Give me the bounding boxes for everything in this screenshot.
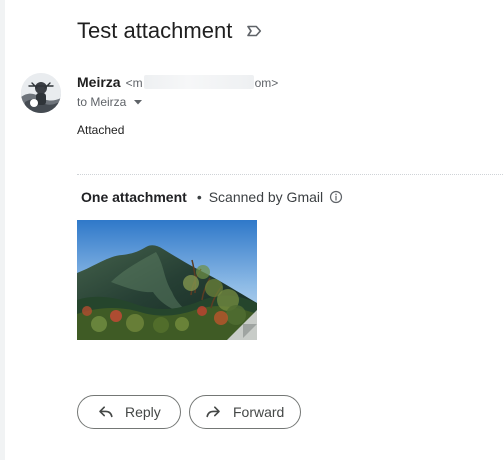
label-outline-icon[interactable] [245,22,263,40]
info-circle-icon[interactable] [329,190,343,204]
email-view: Test attachment Meirza <m om> to Meirza A… [0,0,503,460]
sender-name[interactable]: Meirza [77,74,121,90]
email-body: Attached [77,123,125,137]
subject-row: Test attachment [77,17,263,45]
redacted-email [143,75,254,89]
sender-email-start: <m [125,76,143,90]
scan-status: Scanned by Gmail [208,189,324,205]
attachments-header: One attachment • Scanned by Gmail [81,189,343,205]
forward-button[interactable]: Forward [189,395,301,429]
recipient-text: to Meirza [77,95,127,109]
recipient-details[interactable]: to Meirza [77,95,143,109]
sender-row: Meirza <m om> [77,74,278,90]
sender-avatar[interactable] [21,73,61,113]
attachment-thumbnail[interactable] [77,220,257,340]
attachment-count: One attachment [81,189,187,205]
separator-dot: • [196,189,202,205]
sender-email-end: om> [254,76,279,90]
reply-label: Reply [125,404,161,420]
forward-arrow-icon [206,406,220,418]
email-subject: Test attachment [77,18,233,43]
mountain-image-thumbnail [77,220,257,340]
left-rail [0,0,5,460]
message-actions: Reply Forward [77,395,301,429]
reply-button[interactable]: Reply [77,395,181,429]
reply-arrow-icon [99,406,113,418]
caret-down-icon[interactable] [133,97,143,107]
sender-email[interactable]: <m om> [125,75,279,90]
forward-label: Forward [233,404,285,420]
attachments-divider [77,174,503,175]
avatar-image [21,73,61,113]
